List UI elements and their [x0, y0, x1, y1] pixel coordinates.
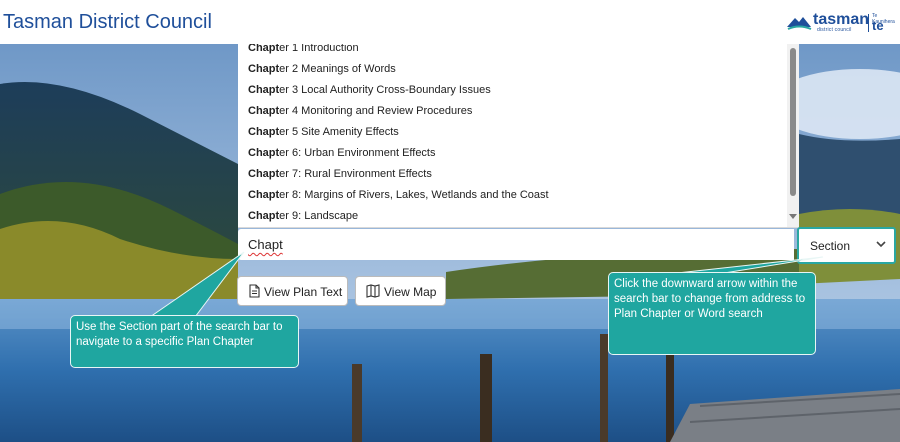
search-mode-callout: Click the downward arrow within the sear…	[608, 272, 816, 355]
left-callout-pointer	[148, 251, 245, 318]
section-search-callout: Use the Section part of the search bar t…	[70, 315, 299, 368]
callout-pointers	[148, 251, 824, 318]
